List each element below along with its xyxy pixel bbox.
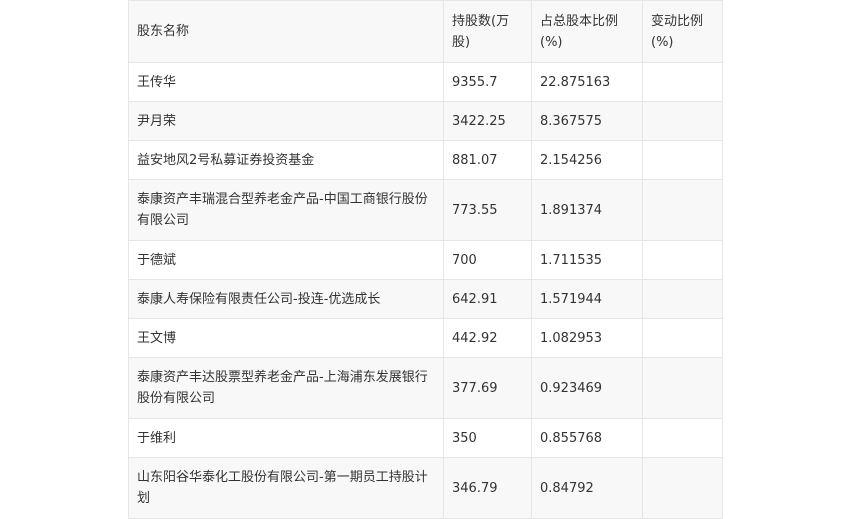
cell-ratio: 1.571944 xyxy=(531,279,643,319)
cell-shares: 346.79 xyxy=(443,457,532,519)
table-header-row: 股东名称 持股数(万股) 占总股本比例(%) 变动比例(%) xyxy=(128,0,723,63)
cell-name: 泰康人寿保险有限责任公司-投连-优选成长 xyxy=(128,279,444,319)
cell-ratio: 0.855768 xyxy=(531,418,643,458)
cell-shares: 700 xyxy=(443,240,532,280)
cell-change xyxy=(642,101,723,141)
table-row: 王传华 9355.7 22.875163 xyxy=(128,62,723,102)
shareholder-table: 股东名称 持股数(万股) 占总股本比例(%) 变动比例(%) 王传华 9355.… xyxy=(128,0,723,519)
cell-change xyxy=(642,279,723,319)
header-shares: 持股数(万股) xyxy=(443,0,532,63)
cell-shares: 9355.7 xyxy=(443,62,532,102)
cell-ratio: 8.367575 xyxy=(531,101,643,141)
table-row: 泰康资产丰瑞混合型养老金产品-中国工商银行股份有限公司 773.55 1.891… xyxy=(128,179,723,241)
header-shareholder-name: 股东名称 xyxy=(128,0,444,63)
table-row: 王文博 442.92 1.082953 xyxy=(128,318,723,358)
cell-name: 尹月荣 xyxy=(128,101,444,141)
table-row: 尹月荣 3422.25 8.367575 xyxy=(128,101,723,141)
cell-change xyxy=(642,240,723,280)
cell-ratio: 1.711535 xyxy=(531,240,643,280)
table-row: 于德斌 700 1.711535 xyxy=(128,240,723,280)
table-row: 泰康资产丰达股票型养老金产品-上海浦东发展银行股份有限公司 377.69 0.9… xyxy=(128,357,723,419)
shareholder-table-container: 股东名称 持股数(万股) 占总股本比例(%) 变动比例(%) 王传华 9355.… xyxy=(128,0,723,519)
table-row: 于维利 350 0.855768 xyxy=(128,418,723,458)
cell-shares: 881.07 xyxy=(443,140,532,180)
cell-ratio: 0.84792 xyxy=(531,457,643,519)
cell-ratio: 0.923469 xyxy=(531,357,643,419)
cell-change xyxy=(642,418,723,458)
cell-name: 于维利 xyxy=(128,418,444,458)
header-change-ratio: 变动比例(%) xyxy=(642,0,723,63)
cell-change xyxy=(642,357,723,419)
cell-shares: 642.91 xyxy=(443,279,532,319)
cell-name: 泰康资产丰瑞混合型养老金产品-中国工商银行股份有限公司 xyxy=(128,179,444,241)
cell-change xyxy=(642,140,723,180)
cell-change xyxy=(642,457,723,519)
cell-change xyxy=(642,62,723,102)
cell-shares: 377.69 xyxy=(443,357,532,419)
cell-name: 王文博 xyxy=(128,318,444,358)
cell-name: 于德斌 xyxy=(128,240,444,280)
cell-shares: 3422.25 xyxy=(443,101,532,141)
cell-name: 益安地风2号私募证券投资基金 xyxy=(128,140,444,180)
table-row: 益安地风2号私募证券投资基金 881.07 2.154256 xyxy=(128,140,723,180)
cell-shares: 773.55 xyxy=(443,179,532,241)
cell-name: 王传华 xyxy=(128,62,444,102)
cell-name: 泰康资产丰达股票型养老金产品-上海浦东发展银行股份有限公司 xyxy=(128,357,444,419)
cell-ratio: 1.082953 xyxy=(531,318,643,358)
cell-ratio: 2.154256 xyxy=(531,140,643,180)
cell-name: 山东阳谷华泰化工股份有限公司-第一期员工持股计划 xyxy=(128,457,444,519)
cell-shares: 350 xyxy=(443,418,532,458)
cell-ratio: 1.891374 xyxy=(531,179,643,241)
cell-ratio: 22.875163 xyxy=(531,62,643,102)
cell-change xyxy=(642,318,723,358)
table-row: 泰康人寿保险有限责任公司-投连-优选成长 642.91 1.571944 xyxy=(128,279,723,319)
cell-change xyxy=(642,179,723,241)
cell-shares: 442.92 xyxy=(443,318,532,358)
table-row: 山东阳谷华泰化工股份有限公司-第一期员工持股计划 346.79 0.84792 xyxy=(128,457,723,519)
header-share-ratio: 占总股本比例(%) xyxy=(531,0,643,63)
